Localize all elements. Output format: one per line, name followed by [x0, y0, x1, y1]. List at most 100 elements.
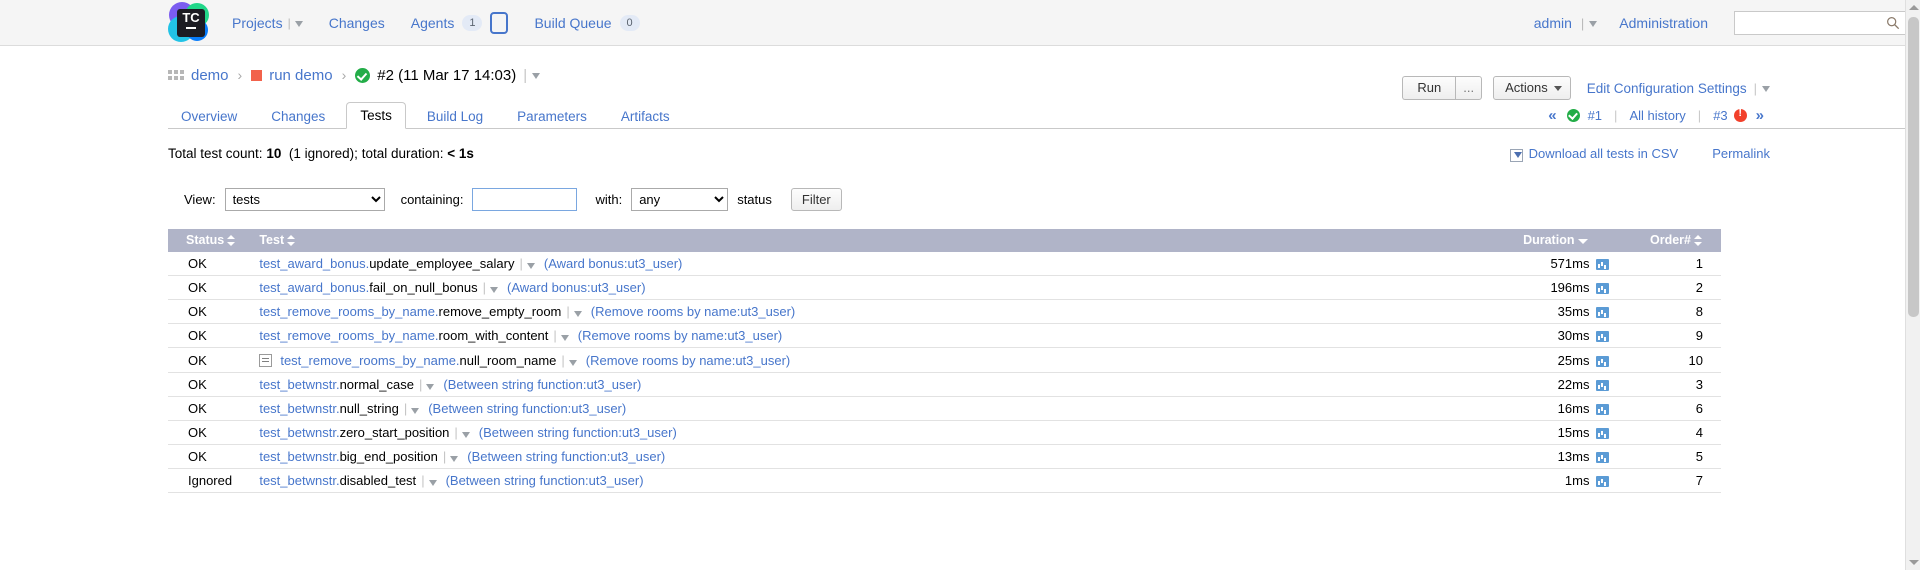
duration-graph-icon[interactable]	[1596, 283, 1609, 294]
test-chevron-down-icon[interactable]	[450, 456, 458, 462]
tab-changes[interactable]: Changes	[258, 104, 338, 129]
duration-graph-icon[interactable]	[1596, 356, 1609, 367]
test-chevron-down-icon[interactable]	[490, 287, 498, 293]
run-button[interactable]: Run	[1402, 76, 1455, 100]
breadcrumb-config-link[interactable]: run demo	[269, 67, 332, 84]
nav-item-changes[interactable]: Changes	[329, 15, 385, 31]
test-suite-link[interactable]: (Remove rooms by name:ut3_user)	[591, 304, 795, 319]
nav-item-projects[interactable]: Projects |	[232, 15, 303, 31]
agent-status-icon[interactable]	[490, 12, 508, 34]
permalink-link[interactable]: Permalink	[1712, 146, 1770, 161]
table-row[interactable]: OKtest_remove_rooms_by_name.null_room_na…	[168, 348, 1721, 373]
next-builds-arrow[interactable]: »	[1756, 107, 1764, 124]
next-build-link[interactable]: #3	[1713, 108, 1727, 123]
test-class-link[interactable]: test_award_bonus.	[259, 280, 369, 295]
test-chevron-down-icon[interactable]	[527, 263, 535, 269]
duration-graph-icon[interactable]	[1596, 404, 1609, 415]
table-row[interactable]: OKtest_award_bonus.fail_on_null_bonus|(A…	[168, 276, 1721, 300]
search-icon[interactable]	[1886, 16, 1900, 30]
test-class-link[interactable]: test_remove_rooms_by_name.	[259, 304, 438, 319]
tab-tests[interactable]: Tests	[346, 102, 406, 129]
test-chevron-down-icon[interactable]	[462, 432, 470, 438]
expand-test-icon[interactable]	[259, 354, 272, 367]
nav-item-build-queue[interactable]: Build Queue 0	[534, 15, 639, 31]
column-status[interactable]: Status	[168, 229, 259, 252]
test-suite-link[interactable]: (Award bonus:ut3_user)	[507, 280, 646, 295]
sort-icon[interactable]	[287, 235, 296, 246]
previous-builds-arrow[interactable]: «	[1548, 107, 1556, 124]
tab-build-log[interactable]: Build Log	[414, 104, 496, 129]
sort-icon[interactable]	[227, 235, 236, 246]
scroll-down-arrow-icon[interactable]	[1906, 555, 1920, 570]
test-suite-link[interactable]: (Between string function:ut3_user)	[443, 377, 641, 392]
tab-overview[interactable]: Overview	[168, 104, 250, 129]
test-suite-link[interactable]: (Remove rooms by name:ut3_user)	[586, 353, 790, 368]
test-suite-link[interactable]: (Between string function:ut3_user)	[446, 473, 644, 488]
user-menu-link[interactable]: admin	[1534, 15, 1572, 31]
breadcrumb-project-link[interactable]: demo	[191, 67, 229, 84]
test-chevron-down-icon[interactable]	[411, 408, 419, 414]
search-input[interactable]	[1735, 12, 1881, 34]
search-box[interactable]	[1734, 11, 1906, 35]
run-options-button[interactable]: ...	[1455, 76, 1482, 100]
duration-graph-icon[interactable]	[1596, 476, 1609, 487]
duration-graph-icon[interactable]	[1596, 380, 1609, 391]
test-class-link[interactable]: test_betwnstr.	[259, 401, 339, 416]
test-class-link[interactable]: test_remove_rooms_by_name.	[259, 328, 438, 343]
test-suite-link[interactable]: (Between string function:ut3_user)	[467, 449, 665, 464]
nav-item-agents[interactable]: Agents 1	[411, 12, 509, 34]
sort-icon[interactable]	[1694, 235, 1703, 246]
duration-graph-icon[interactable]	[1596, 331, 1609, 342]
column-test[interactable]: Test	[259, 229, 1467, 252]
duration-graph-icon[interactable]	[1596, 307, 1609, 318]
table-row[interactable]: OKtest_betwnstr.big_end_position|(Betwee…	[168, 445, 1721, 469]
duration-graph-icon[interactable]	[1596, 259, 1609, 270]
test-class-link[interactable]: test_award_bonus.	[259, 256, 369, 271]
test-chevron-down-icon[interactable]	[561, 335, 569, 341]
all-history-link[interactable]: All history	[1629, 108, 1685, 123]
table-row[interactable]: OKtest_remove_rooms_by_name.remove_empty…	[168, 300, 1721, 324]
previous-build-link[interactable]: #1	[1588, 108, 1602, 123]
teamcity-logo[interactable]: TC	[168, 2, 212, 44]
scrollbar-thumb[interactable]	[1908, 17, 1919, 317]
table-row[interactable]: OKtest_betwnstr.normal_case|(Between str…	[168, 373, 1721, 397]
administration-link[interactable]: Administration	[1619, 15, 1708, 31]
table-row[interactable]: OKtest_remove_rooms_by_name.room_with_co…	[168, 324, 1721, 348]
test-suite-link[interactable]: (Award bonus:ut3_user)	[544, 256, 683, 271]
edit-configuration-settings-link[interactable]: Edit Configuration Settings	[1587, 81, 1747, 96]
table-row[interactable]: OKtest_award_bonus.update_employee_salar…	[168, 252, 1721, 276]
download-csv-link[interactable]: Download all tests in CSV	[1529, 146, 1679, 161]
test-class-link[interactable]: test_betwnstr.	[259, 473, 339, 488]
chevron-down-icon[interactable]	[295, 21, 303, 27]
table-row[interactable]: OKtest_betwnstr.zero_start_position|(Bet…	[168, 421, 1721, 445]
containing-input[interactable]	[472, 188, 577, 211]
sort-desc-icon[interactable]	[1578, 238, 1587, 244]
tab-parameters[interactable]: Parameters	[504, 104, 600, 129]
test-class-link[interactable]: test_remove_rooms_by_name.	[280, 353, 459, 368]
actions-button[interactable]: Actions	[1493, 76, 1571, 100]
scroll-up-arrow-icon[interactable]	[1906, 0, 1920, 15]
user-chevron-down-icon[interactable]	[1589, 21, 1597, 27]
test-chevron-down-icon[interactable]	[569, 360, 577, 366]
test-suite-link[interactable]: (Remove rooms by name:ut3_user)	[578, 328, 782, 343]
tab-artifacts[interactable]: Artifacts	[608, 104, 683, 129]
test-suite-link[interactable]: (Between string function:ut3_user)	[479, 425, 677, 440]
with-status-select[interactable]: any success failed ignored	[631, 188, 728, 211]
test-chevron-down-icon[interactable]	[429, 480, 437, 486]
column-order[interactable]: Order#	[1619, 229, 1721, 252]
column-duration[interactable]: Duration	[1467, 229, 1619, 252]
table-row[interactable]: OKtest_betwnstr.null_string|(Between str…	[168, 397, 1721, 421]
test-chevron-down-icon[interactable]	[426, 384, 434, 390]
test-class-link[interactable]: test_betwnstr.	[259, 449, 339, 464]
view-select[interactable]: tests all tests failed tests	[225, 188, 385, 211]
duration-graph-icon[interactable]	[1596, 428, 1609, 439]
page-scrollbar[interactable]	[1905, 0, 1920, 570]
table-row[interactable]: Ignoredtest_betwnstr.disabled_test|(Betw…	[168, 469, 1721, 493]
duration-graph-icon[interactable]	[1596, 452, 1609, 463]
test-suite-link[interactable]: (Between string function:ut3_user)	[428, 401, 626, 416]
filter-button[interactable]: Filter	[791, 188, 842, 211]
edit-cfg-chevron-down-icon[interactable]	[1762, 86, 1770, 92]
build-chevron-down-icon[interactable]	[532, 73, 540, 79]
test-class-link[interactable]: test_betwnstr.	[259, 377, 339, 392]
test-class-link[interactable]: test_betwnstr.	[259, 425, 339, 440]
